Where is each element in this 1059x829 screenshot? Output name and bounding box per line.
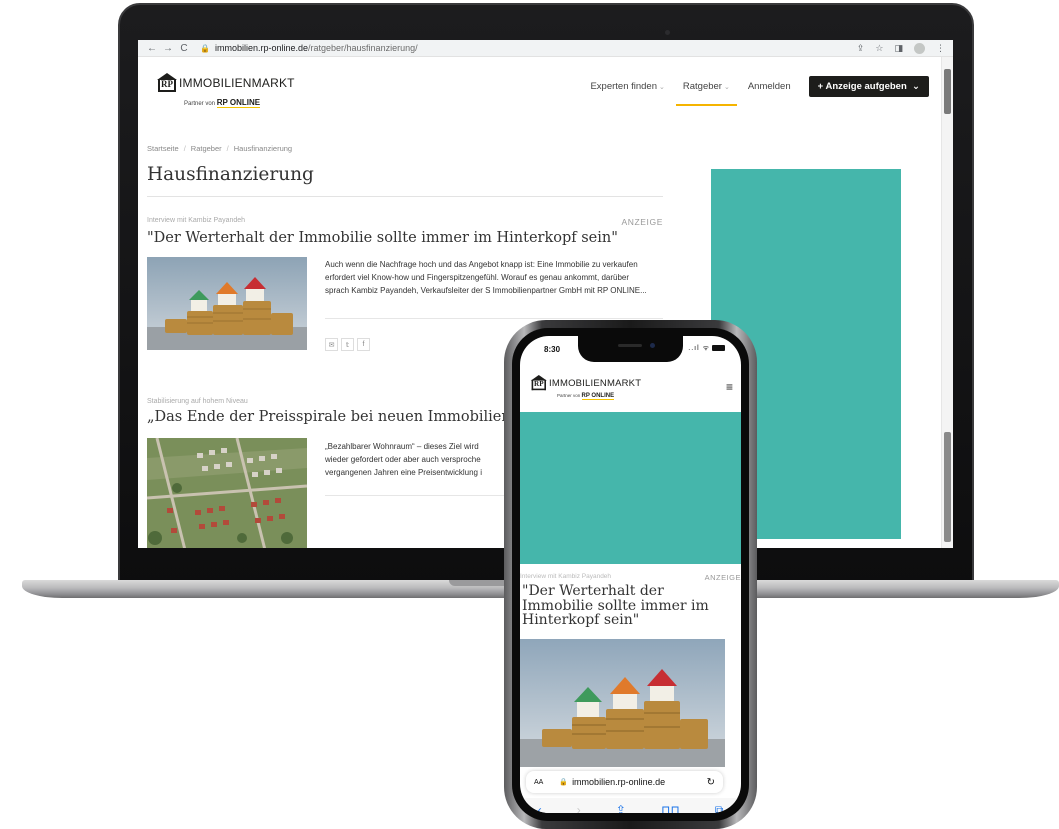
mobile-site-logo[interactable]: RP IMMOBILIENMARKT Partner von RP ONLINE: [530, 375, 642, 400]
lock-icon: 🔒: [559, 779, 569, 786]
facebook-share-icon[interactable]: f: [357, 338, 370, 351]
email-share-icon[interactable]: ✉: [325, 338, 338, 351]
house-logo-icon: RP: [530, 375, 547, 391]
laptop-camera: [665, 30, 670, 35]
article-image-houses-coins[interactable]: [520, 639, 741, 767]
phone-frame: 8:30 ..ıl ᯤ RP IMMOBILIENMARKT Partner v…: [504, 320, 757, 829]
logo-text: IMMOBILIENMARKT: [549, 377, 642, 389]
chevron-down-icon: ⌄: [659, 84, 665, 91]
article-image-aerial-neighborhood[interactable]: [147, 438, 307, 548]
browser-toolbar: ← → C 🔒 immobilien.rp-online.de /ratgebe…: [138, 40, 953, 57]
forward-icon[interactable]: ›: [577, 803, 581, 813]
address-bar[interactable]: 🔒 immobilien.rp-online.de /ratgeber/haus…: [200, 43, 418, 53]
url-path: /ratgeber/hausfinanzierung/: [308, 43, 418, 53]
scrollbar-thumb-secondary[interactable]: [944, 432, 951, 542]
back-icon[interactable]: ‹: [538, 803, 542, 813]
scrollbar[interactable]: [941, 57, 953, 548]
chevron-down-icon: ⌄: [912, 81, 920, 92]
lock-icon: 🔒: [200, 43, 210, 53]
article-kicker: Interview mit Kambiz Payandeh: [147, 217, 246, 224]
nav-ratgeber[interactable]: Ratgeber ⌄: [674, 73, 739, 106]
text-size-button[interactable]: AA: [534, 779, 543, 786]
nav-anmelden[interactable]: Anmelden: [739, 73, 800, 100]
divider: [147, 196, 663, 197]
ad-label: ANZEIGE: [621, 217, 663, 227]
phone-screen: 8:30 ..ıl ᯤ RP IMMOBILIENMARKT Partner v…: [520, 336, 741, 813]
reload-icon[interactable]: C: [178, 43, 190, 54]
forward-icon[interactable]: →: [162, 43, 174, 54]
share-icon[interactable]: ⇪: [616, 803, 626, 813]
mobile-ad-banner[interactable]: [520, 412, 741, 564]
anzeige-aufgeben-button[interactable]: + Anzeige aufgeben ⌄: [808, 76, 929, 97]
partner-brand: RP ONLINE: [216, 98, 261, 108]
breadcrumb: Startseite / Ratgeber / Hausfinanzierung: [147, 144, 293, 153]
side-panel-icon[interactable]: ◨: [894, 43, 903, 54]
house-logo-icon: RP: [156, 73, 177, 93]
share-buttons: ✉ 𝕥 f: [325, 338, 370, 351]
main-nav: Experten finden ⌄ Ratgeber ⌄ Anmelden + An…: [581, 73, 929, 106]
mobile-browser-toolbar: ‹ › ⇪ ⊓⊓ ⧉: [520, 798, 741, 813]
article-image-houses-coins[interactable]: [147, 257, 307, 350]
back-icon[interactable]: ←: [146, 43, 158, 54]
partner-line: Partner von RP ONLINE: [557, 393, 615, 400]
url-text: immobilien.rp-online.de: [572, 777, 666, 787]
reload-icon[interactable]: ↻: [707, 777, 715, 788]
partner-brand: RP ONLINE: [581, 393, 615, 400]
battery-icon: [712, 345, 725, 352]
kebab-menu-icon[interactable]: ⋮: [936, 43, 945, 54]
page-title: Hausfinanzierung: [147, 164, 314, 185]
article-teaser: Auch wenn die Nachfrage hoch und das Ang…: [325, 260, 647, 295]
chevron-down-icon: ⌄: [723, 84, 730, 91]
phone-notch: [578, 336, 683, 362]
profile-avatar-icon[interactable]: [914, 42, 925, 54]
nav-experten-finden[interactable]: Experten finden ⌄: [581, 73, 673, 100]
logo-text: IMMOBILIENMARKT: [179, 76, 295, 90]
article-kicker: Interview mit Kambiz Payandeh: [520, 573, 612, 580]
breadcrumb-startseite[interactable]: Startseite: [147, 144, 179, 153]
partner-line: Partner von RP ONLINE: [184, 98, 261, 108]
scrollbar-thumb[interactable]: [944, 69, 951, 114]
signal-wifi-battery-icon: ..ıl ᯤ: [688, 344, 725, 353]
tabs-icon[interactable]: ⧉: [715, 803, 724, 814]
status-time: 8:30: [544, 345, 561, 354]
hamburger-menu-icon[interactable]: ≡: [726, 380, 733, 394]
bookmark-star-icon[interactable]: ☆: [875, 43, 883, 54]
url-host: immobilien.rp-online.de: [214, 43, 309, 53]
breadcrumb-ratgeber[interactable]: Ratgeber: [191, 144, 222, 153]
ad-label: ANZEIGE: [704, 573, 741, 582]
site-logo[interactable]: RP IMMOBILIENMARKT Partner von RP ONLINE: [156, 73, 295, 108]
twitter-share-icon[interactable]: 𝕥: [341, 338, 354, 351]
article-headline[interactable]: "Der Werterhalt der Immobilie sollte imm…: [522, 584, 722, 628]
mobile-address-bar[interactable]: AA 🔒 immobilien.rp-online.de ↻: [526, 771, 723, 793]
divider: [325, 318, 663, 319]
breadcrumb-current: Hausfinanzierung: [233, 144, 293, 153]
share-icon[interactable]: ⇪: [857, 43, 865, 54]
article-headline[interactable]: "Der Werterhalt der Immobilie sollte imm…: [147, 230, 663, 246]
bookmarks-icon[interactable]: ⊓⊓: [661, 803, 680, 813]
